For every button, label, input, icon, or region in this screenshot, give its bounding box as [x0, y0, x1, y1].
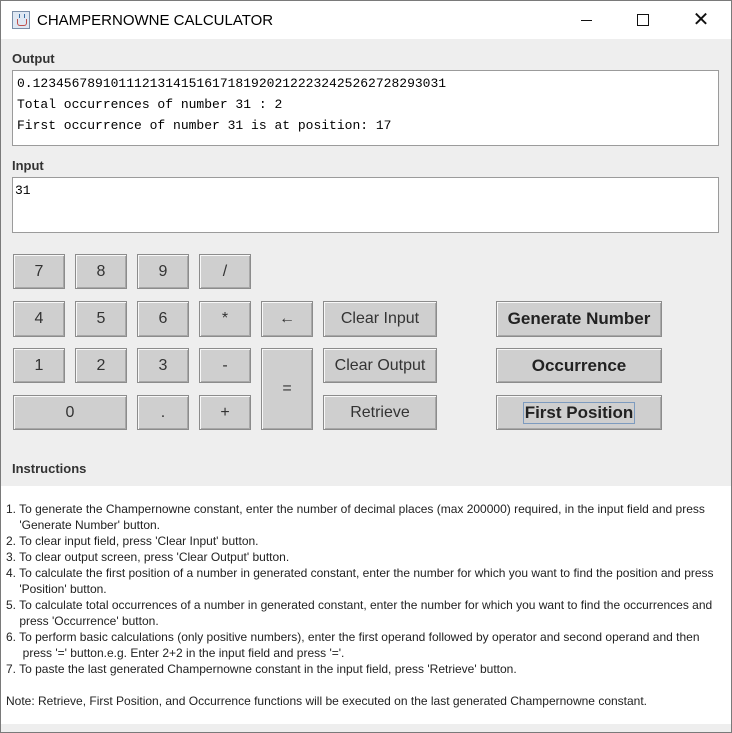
key-5-button[interactable]: 5 — [75, 301, 127, 337]
instruction-line: 'Generate Number' button. — [6, 518, 160, 532]
window-title: CHAMPERNOWNE CALCULATOR — [37, 12, 274, 29]
close-icon: ✕ — [692, 9, 710, 31]
instruction-line: press '=' button.e.g. Enter 2+2 in the i… — [6, 646, 345, 660]
instruction-line: press 'Occurrence' button. — [6, 614, 159, 628]
minimize-button[interactable] — [557, 1, 615, 39]
key-6-button[interactable]: 6 — [137, 301, 189, 337]
instruction-line: 6. To perform basic calculations (only p… — [6, 630, 700, 644]
subtract-button[interactable]: - — [199, 348, 251, 383]
output-line: First occurrence of number 31 is at posi… — [17, 118, 392, 133]
instruction-line: 'Position' button. — [6, 582, 107, 596]
instruction-line: 2. To clear input field, press 'Clear In… — [6, 534, 259, 548]
maximize-icon — [637, 14, 649, 26]
instruction-line: 4. To calculate the first position of a … — [6, 566, 714, 580]
instructions-note: Note: Retrieve, First Position, and Occu… — [6, 694, 648, 708]
title-bar: CHAMPERNOWNE CALCULATOR ✕ — [1, 1, 731, 39]
instruction-line: 3. To clear output screen, press 'Clear … — [6, 550, 290, 564]
instruction-line: 1. To generate the Champernowne constant… — [6, 502, 705, 516]
multiply-button[interactable]: * — [199, 301, 251, 337]
divide-button[interactable]: / — [199, 254, 251, 289]
java-cup-icon — [12, 11, 30, 29]
minimize-icon — [580, 19, 592, 21]
backspace-button[interactable]: ← — [261, 301, 313, 337]
equals-button[interactable]: = — [261, 348, 313, 430]
key-4-button[interactable]: 4 — [13, 301, 65, 337]
instructions-panel: 1. To generate the Champernowne constant… — [1, 486, 731, 724]
maximize-button[interactable] — [614, 1, 672, 39]
key-1-button[interactable]: 1 — [13, 348, 65, 383]
occurrence-button[interactable]: Occurrence — [496, 348, 662, 383]
input-value: 31 — [15, 183, 31, 198]
first-position-label: First Position — [522, 401, 636, 424]
app-window: CHAMPERNOWNE CALCULATOR ✕ Output 0.12345… — [0, 0, 732, 733]
output-label: Output — [12, 51, 55, 66]
key-8-button[interactable]: 8 — [75, 254, 127, 289]
clear-output-button[interactable]: Clear Output — [323, 348, 437, 383]
instructions-heading: Instructions — [12, 461, 87, 476]
close-button[interactable]: ✕ — [672, 1, 730, 39]
clear-input-button[interactable]: Clear Input — [323, 301, 437, 337]
output-line: Total occurrences of number 31 : 2 — [17, 97, 283, 112]
key-3-button[interactable]: 3 — [137, 348, 189, 383]
key-0-button[interactable]: 0 — [13, 395, 127, 430]
decimal-point-button[interactable]: . — [137, 395, 189, 430]
input-area[interactable]: 31 — [12, 177, 719, 233]
output-area[interactable]: 0.12345678910111213141516171819202122232… — [12, 70, 719, 146]
generate-number-button[interactable]: Generate Number — [496, 301, 662, 337]
key-9-button[interactable]: 9 — [137, 254, 189, 289]
input-label: Input — [12, 158, 44, 173]
key-7-button[interactable]: 7 — [13, 254, 65, 289]
instruction-line: 5. To calculate total occurrences of a n… — [6, 598, 713, 612]
first-position-button[interactable]: First Position — [496, 395, 662, 430]
key-2-button[interactable]: 2 — [75, 348, 127, 383]
output-line: 0.12345678910111213141516171819202122232… — [17, 76, 447, 91]
retrieve-button[interactable]: Retrieve — [323, 395, 437, 430]
instruction-line: 7. To paste the last generated Champerno… — [6, 662, 517, 676]
add-button[interactable]: + — [199, 395, 251, 430]
